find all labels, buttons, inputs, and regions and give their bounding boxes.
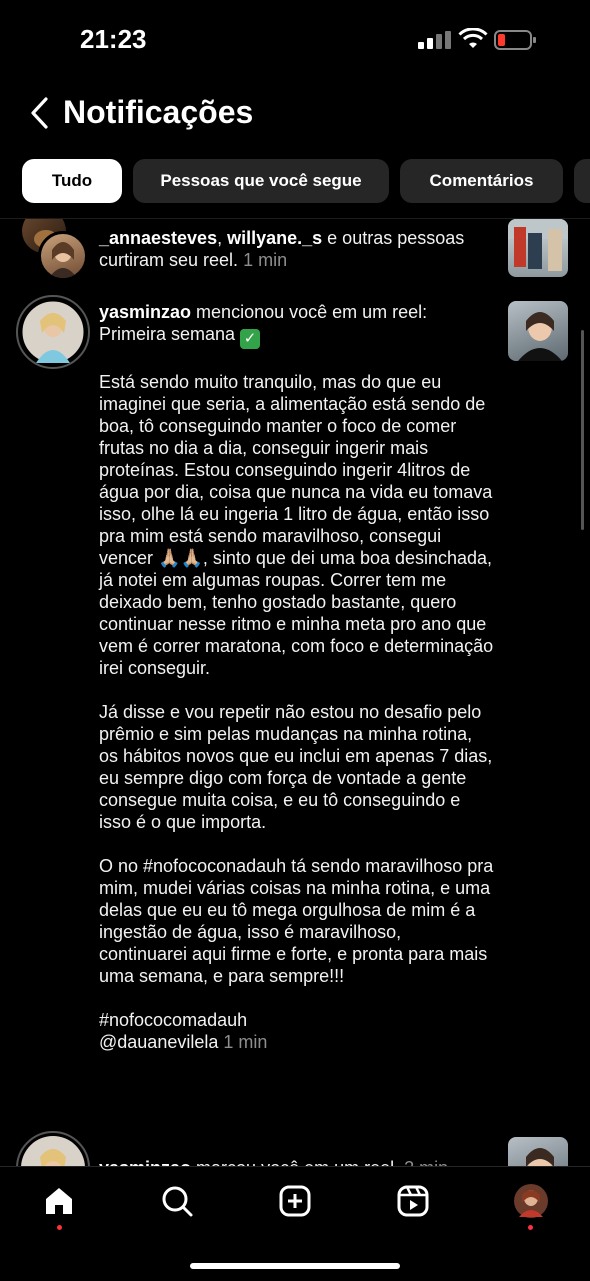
avatar-yasminzao[interactable]	[16, 1131, 90, 1167]
wifi-icon	[458, 28, 488, 48]
filter-tabs: Tudo Pessoas que você segue Comentários	[22, 159, 590, 203]
header: Notificações	[0, 88, 590, 138]
home-indicator	[190, 1263, 400, 1269]
signal-icon	[418, 31, 452, 49]
username-willyane[interactable]: willyane._s	[227, 228, 322, 248]
status-bar: 21:23	[0, 0, 590, 80]
status-time: 21:23	[80, 24, 147, 54]
avatar-willyane[interactable]	[38, 231, 88, 281]
reel-thumbnail[interactable]	[508, 219, 568, 277]
username-annaesteves[interactable]: _annaesteves	[99, 228, 217, 248]
mention-text: yasminzao mencionou você em um reel: Pri…	[99, 301, 494, 1053]
reel-thumbnail[interactable]	[508, 301, 568, 361]
chevron-left-icon[interactable]	[28, 96, 52, 130]
home-icon[interactable]	[39, 1181, 79, 1221]
notification-time: 1 min	[243, 250, 288, 270]
check-emoji-icon: ✓	[240, 329, 261, 349]
notification-text: _annaesteves, willyane._s e outras pesso…	[99, 227, 494, 271]
tab-tudo[interactable]: Tudo	[22, 159, 122, 203]
notifications-list: _annaesteves, willyane._s e outras pesso…	[0, 218, 590, 1167]
search-icon[interactable]	[157, 1181, 197, 1221]
avatar-yasminzao[interactable]	[16, 295, 90, 369]
scrollbar[interactable]	[581, 330, 584, 530]
create-icon[interactable]	[275, 1181, 315, 1221]
tab-pessoas-que-voce-segue[interactable]: Pessoas que você segue	[133, 159, 389, 203]
name-separator: ,	[217, 228, 228, 248]
reel-thumbnail[interactable]	[508, 1137, 568, 1167]
hashtag-link[interactable]: #nofococomadauh	[99, 1010, 247, 1030]
page-title: Notificações	[63, 94, 254, 130]
profile-avatar[interactable]	[511, 1181, 551, 1221]
caption-paragraph-3: O no #nofococonadauh tá sendo maravilhos…	[99, 856, 499, 986]
profile-notification-dot	[528, 1225, 533, 1230]
reels-icon[interactable]	[393, 1181, 433, 1221]
caption-paragraph-2: Já disse e vou repetir não estou no desa…	[99, 702, 498, 832]
home-notification-dot	[57, 1225, 62, 1230]
tab-more[interactable]	[574, 159, 590, 203]
tab-comentarios[interactable]: Comentários	[400, 159, 563, 203]
notification-time: 1 min	[223, 1032, 268, 1052]
battery-icon	[494, 30, 536, 50]
username-yasminzao[interactable]: yasminzao	[99, 302, 191, 322]
bottom-nav	[0, 1166, 590, 1281]
mention-link[interactable]: @dauanevilela	[99, 1032, 218, 1052]
caption-paragraph-1: Está sendo muito tranquilo, mas do que e…	[99, 372, 499, 678]
